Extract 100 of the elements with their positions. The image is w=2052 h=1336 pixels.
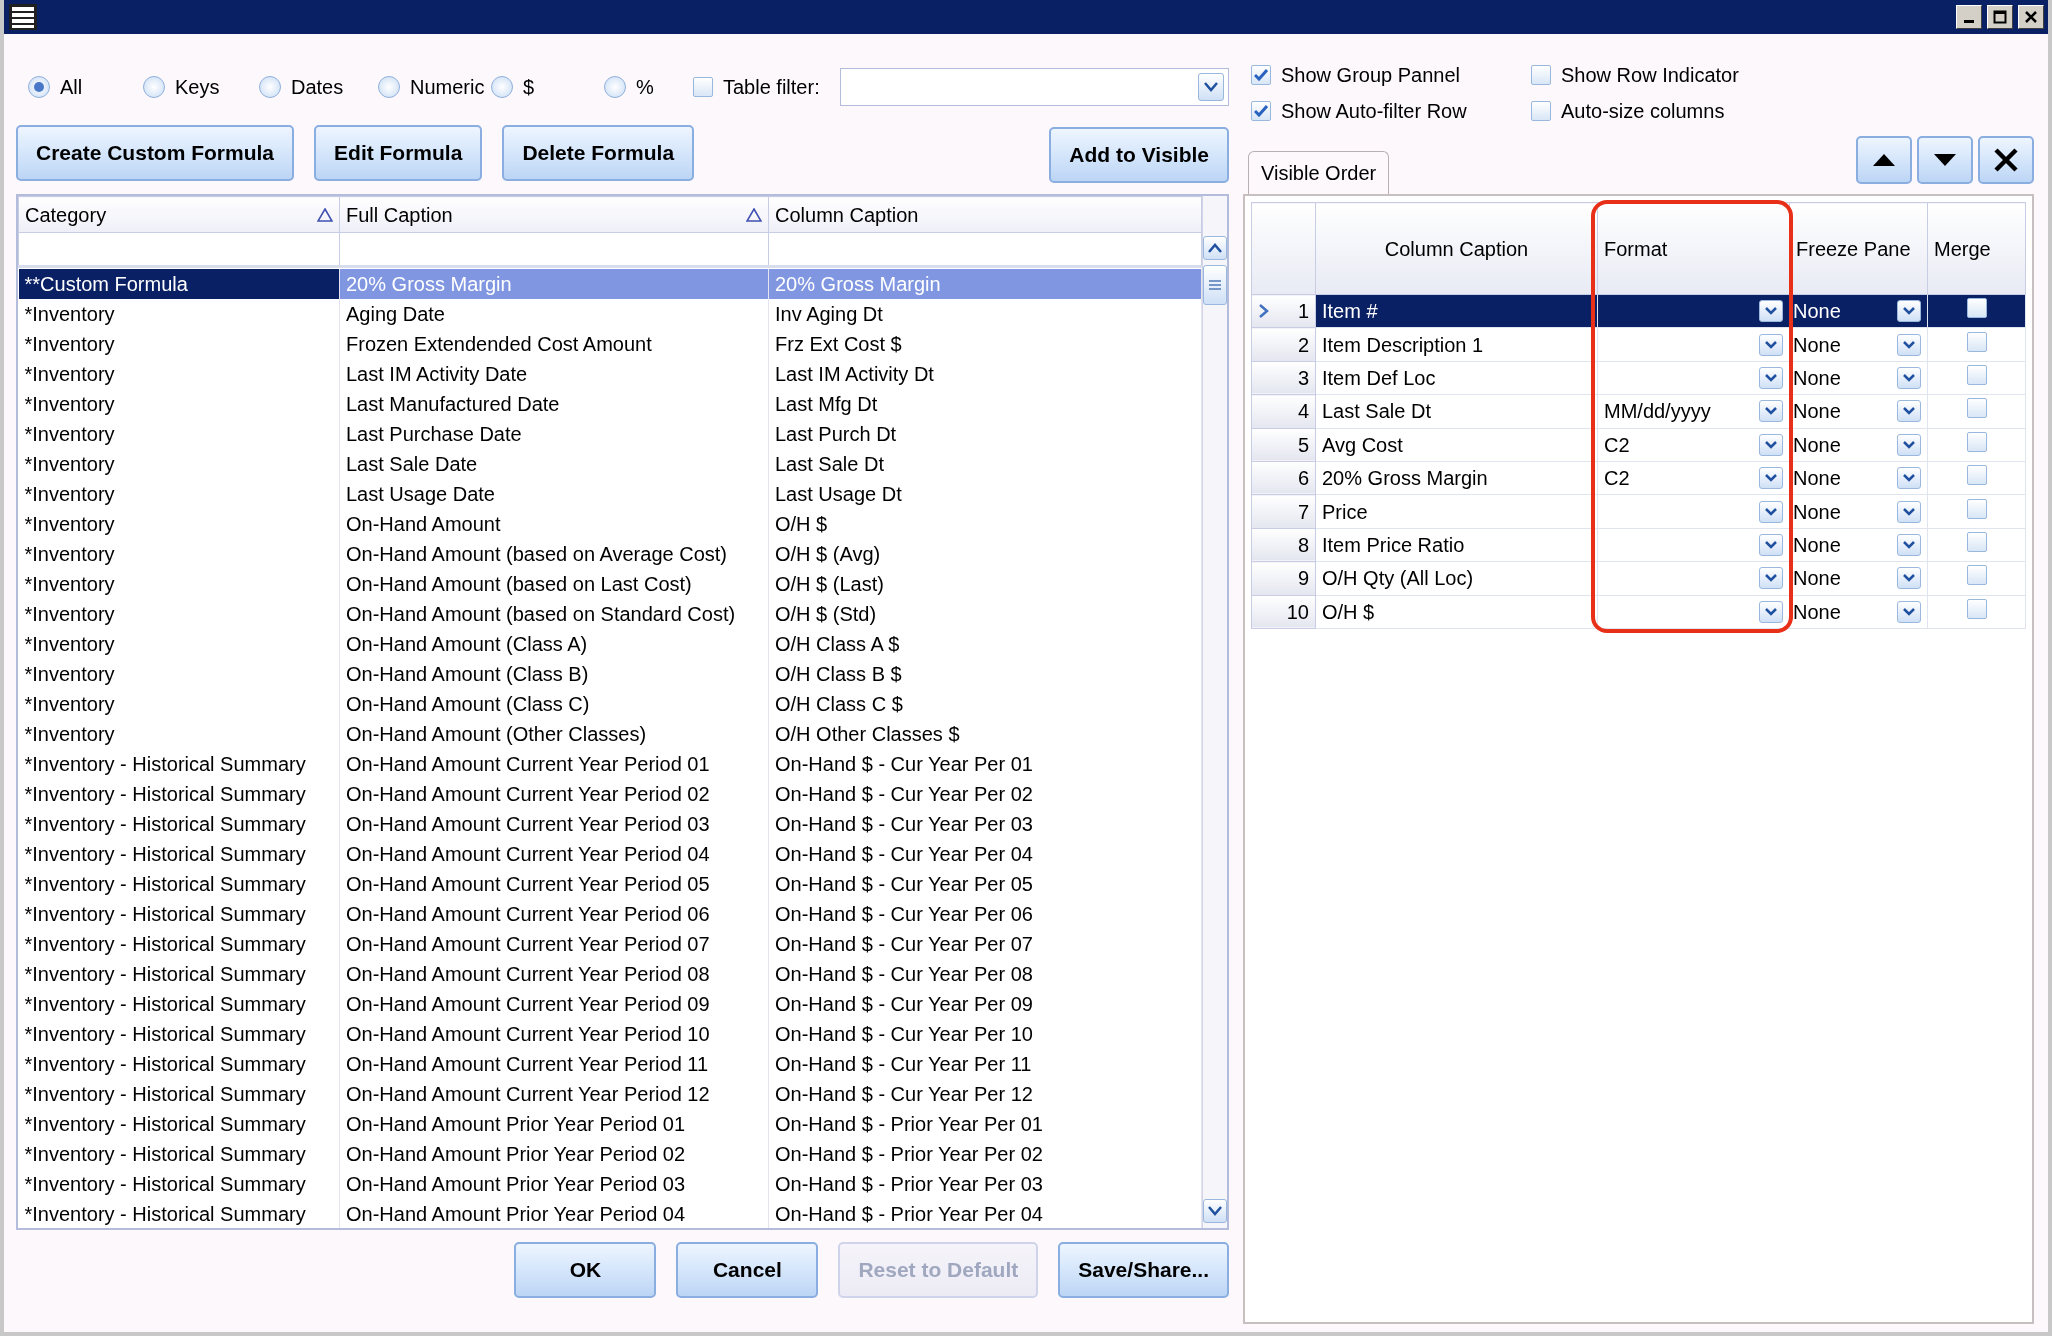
scroll-down-button[interactable]	[1203, 1199, 1227, 1223]
format-value[interactable]: C2	[1604, 429, 1630, 460]
dropdown-button[interactable]	[1897, 567, 1921, 590]
caption-cell[interactable]: On-Hand Amount Current Year Period 05	[339, 868, 769, 899]
caption-cell[interactable]: O/H $	[1315, 595, 1598, 629]
checkbox[interactable]	[1251, 101, 1271, 121]
caption-cell[interactable]: On-Hand $ - Cur Year Per 06	[768, 898, 1202, 929]
caption-cell[interactable]: On-Hand $ - Cur Year Per 05	[768, 868, 1202, 899]
category-cell[interactable]: *Inventory - Historical Summary	[18, 988, 340, 1019]
caption-cell[interactable]: Item Def Loc	[1315, 361, 1598, 395]
caption-cell[interactable]: On-Hand Amount Current Year Period 08	[339, 958, 769, 989]
caption-cell[interactable]: Last Sale Dt	[768, 448, 1202, 479]
dropdown-button[interactable]	[1897, 500, 1921, 523]
caption-cell[interactable]: On-Hand Amount (Class A)	[339, 628, 769, 659]
caption-cell[interactable]: On-Hand Amount (Class C)	[339, 688, 769, 719]
add-to-visible-button[interactable]: Add to Visible	[1049, 127, 1229, 183]
caption-cell[interactable]: Frz Ext Cost $	[768, 328, 1202, 359]
caption-cell[interactable]: Last Sale Date	[339, 448, 769, 479]
caption-cell[interactable]: Frozen Extendended Cost Amount	[339, 328, 769, 359]
radio-label[interactable]: Numeric	[410, 72, 485, 102]
freeze-value[interactable]: None	[1793, 396, 1841, 427]
caption-cell[interactable]: Avg Cost	[1315, 428, 1598, 462]
formula-button[interactable]: Edit Formula	[314, 125, 483, 181]
dropdown-button[interactable]	[1759, 300, 1783, 323]
caption-cell[interactable]: O/H Class C $	[768, 688, 1202, 719]
caption-cell[interactable]: Last IM Activity Date	[339, 358, 769, 389]
move-up-button[interactable]	[1856, 136, 1912, 184]
dropdown-button[interactable]	[1759, 333, 1783, 356]
caption-cell[interactable]: On-Hand Amount Prior Year Period 04	[339, 1198, 769, 1228]
caption-cell[interactable]: Price	[1315, 494, 1598, 529]
caption-cell[interactable]: On-Hand Amount Current Year Period 07	[339, 928, 769, 959]
dropdown-button[interactable]	[1897, 533, 1921, 556]
table-filter-field[interactable]	[839, 68, 1229, 106]
checkbox[interactable]	[1966, 364, 1987, 385]
dropdown-button[interactable]	[1897, 433, 1921, 456]
caption-cell[interactable]: On-Hand $ - Prior Year Per 02	[768, 1138, 1202, 1169]
caption-cell[interactable]: On-Hand Amount Current Year Period 02	[339, 778, 769, 809]
category-cell[interactable]: *Inventory - Historical Summary	[18, 838, 340, 869]
radio-button[interactable]	[378, 76, 400, 98]
minimize-button[interactable]	[1956, 5, 1982, 29]
checkbox[interactable]	[1966, 598, 1987, 619]
checkbox[interactable]	[1966, 398, 1987, 419]
caption-cell[interactable]: Last Mfg Dt	[768, 388, 1202, 419]
caption-cell[interactable]: 20% Gross Margin	[1315, 461, 1598, 495]
category-cell[interactable]: *Inventory - Historical Summary	[18, 1048, 340, 1079]
category-cell[interactable]: *Inventory	[18, 568, 340, 599]
category-cell[interactable]: *Inventory - Historical Summary	[18, 958, 340, 989]
caption-cell[interactable]: On-Hand $ - Cur Year Per 11	[768, 1048, 1202, 1079]
caption-cell[interactable]: On-Hand Amount	[339, 508, 769, 539]
category-cell[interactable]: *Inventory	[18, 388, 340, 419]
dropdown-button[interactable]	[1759, 467, 1783, 490]
category-cell[interactable]: *Inventory	[18, 478, 340, 509]
remove-button[interactable]	[1978, 136, 2034, 184]
category-cell[interactable]: *Inventory - Historical Summary	[18, 1138, 340, 1169]
dialog-button[interactable]: OK	[514, 1242, 657, 1298]
checkbox-label[interactable]: Show Auto-filter Row	[1281, 96, 1467, 126]
caption-cell[interactable]: O/H $	[768, 508, 1202, 539]
caption-cell[interactable]: On-Hand Amount Current Year Period 03	[339, 808, 769, 839]
caption-cell[interactable]: On-Hand Amount Current Year Period 06	[339, 898, 769, 929]
checkbox-label[interactable]: Show Group Pannel	[1281, 60, 1460, 90]
caption-cell[interactable]: Last Sale Dt	[1315, 394, 1598, 429]
checkbox[interactable]	[1251, 65, 1271, 85]
caption-cell[interactable]: O/H Qty (All Loc)	[1315, 561, 1598, 595]
category-cell[interactable]: *Inventory - Historical Summary	[18, 1018, 340, 1049]
radio-label[interactable]: Dates	[291, 72, 344, 102]
caption-cell[interactable]: Last Purch Dt	[768, 418, 1202, 449]
caption-cell[interactable]: Last Manufactured Date	[339, 388, 769, 419]
radio-label[interactable]: All	[60, 72, 83, 102]
caption-cell[interactable]: On-Hand $ - Cur Year Per 02	[768, 778, 1202, 809]
category-cell[interactable]: *Inventory	[18, 328, 340, 359]
category-cell[interactable]: *Inventory - Historical Summary	[18, 808, 340, 839]
radio-label[interactable]: Keys	[175, 72, 220, 102]
freeze-value[interactable]: None	[1793, 596, 1841, 627]
radio-button[interactable]	[259, 76, 281, 98]
caption-cell[interactable]: On-Hand Amount Current Year Period 01	[339, 748, 769, 779]
caption-cell[interactable]: On-Hand Amount Current Year Period 12	[339, 1078, 769, 1109]
caption-cell[interactable]: Last Purchase Date	[339, 418, 769, 449]
radio-button[interactable]	[491, 76, 513, 98]
caption-cell[interactable]: O/H $ (Std)	[768, 598, 1202, 629]
caption-cell[interactable]: O/H Class B $	[768, 658, 1202, 689]
caption-cell[interactable]: Inv Aging Dt	[768, 298, 1202, 329]
formula-button[interactable]: Delete Formula	[502, 125, 695, 181]
scroll-up-button[interactable]	[1203, 236, 1227, 260]
checkbox[interactable]	[1966, 565, 1987, 586]
caption-cell[interactable]: Last IM Activity Dt	[768, 358, 1202, 389]
freeze-value[interactable]: None	[1793, 463, 1841, 494]
caption-cell[interactable]: On-Hand $ - Prior Year Per 01	[768, 1108, 1202, 1139]
caption-cell[interactable]: On-Hand Amount Current Year Period 11	[339, 1048, 769, 1079]
freeze-value[interactable]: None	[1793, 496, 1841, 527]
caption-cell[interactable]: Last Usage Date	[339, 478, 769, 509]
caption-cell[interactable]: O/H Class A $	[768, 628, 1202, 659]
radio-button[interactable]	[28, 76, 50, 98]
category-cell[interactable]: *Inventory	[18, 598, 340, 629]
formula-button[interactable]: Create Custom Formula	[16, 125, 295, 181]
column-header[interactable]: Format	[1604, 237, 1668, 260]
caption-cell[interactable]: On-Hand Amount Prior Year Period 03	[339, 1168, 769, 1199]
category-cell[interactable]: *Inventory - Historical Summary	[18, 1198, 340, 1228]
checkbox[interactable]	[1531, 101, 1551, 121]
dropdown-button[interactable]	[1759, 600, 1783, 623]
caption-cell[interactable]: O/H $ (Last)	[768, 568, 1202, 599]
